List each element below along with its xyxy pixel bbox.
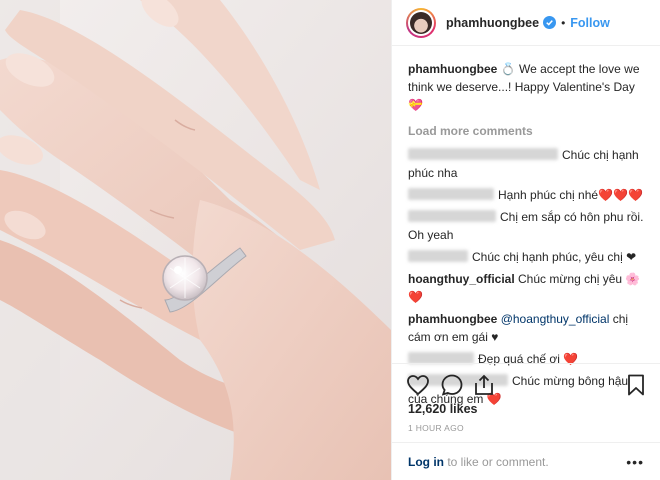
action-bar: [392, 363, 660, 403]
comment-item: Chúc chị hạnh phúc, yêu chị ❤: [408, 248, 648, 266]
more-options-button[interactable]: •••: [626, 454, 644, 470]
caption-username[interactable]: phamhuongbee: [408, 62, 497, 76]
comment-username[interactable]: hoangthuy_official: [408, 272, 515, 286]
comment-item: Hạnh phúc chị nhé❤️❤️❤️: [408, 186, 648, 204]
comment-item: hoangthuy_official Chúc mừng chị yêu 🌸❤️: [408, 270, 648, 306]
post-header: phamhuongbee • Follow: [392, 0, 660, 46]
comment-item: phamhuongbee @hoangthuy_official chị cám…: [408, 310, 648, 346]
heart-outline-icon[interactable]: [406, 373, 430, 397]
speech-bubble-icon[interactable]: [440, 373, 464, 397]
post-photo[interactable]: [0, 0, 391, 480]
hidden-username: [408, 250, 468, 262]
comment-item: Chúc chị hạnh phúc nha: [408, 146, 648, 182]
avatar-ring: [408, 9, 434, 36]
login-link[interactable]: Log in: [408, 455, 444, 469]
avatar[interactable]: [406, 7, 436, 38]
follow-button[interactable]: Follow: [570, 16, 610, 30]
likes-count[interactable]: 12,620 likes: [408, 402, 478, 416]
header-username[interactable]: phamhuongbee: [446, 16, 539, 30]
comment-username[interactable]: phamhuongbee: [408, 312, 497, 326]
header-separator: •: [561, 15, 566, 30]
post-side-panel: phamhuongbee • Follow phamhuongbee 💍 We …: [392, 0, 660, 480]
comment-item: Chị em sắp có hôn phu rồi. Oh yeah: [408, 208, 648, 244]
hidden-username: [408, 188, 494, 200]
verified-badge-icon: [543, 16, 557, 29]
comment-mention-link[interactable]: @hoangthuy_official: [501, 312, 610, 326]
ring-hand-photo: [0, 0, 391, 480]
avatar-image: [410, 11, 432, 34]
hidden-username: [408, 148, 558, 160]
post-timestamp[interactable]: 1 HOUR AGO: [408, 423, 464, 433]
share-icon[interactable]: [472, 373, 496, 397]
load-more-comments-button[interactable]: Load more comments: [408, 122, 648, 140]
comments-list: phamhuongbee 💍 We accept the love we thi…: [408, 60, 648, 412]
ring-emoji: 💍: [500, 62, 516, 76]
login-prompt-text: to like or comment.: [444, 454, 549, 469]
hidden-username: [408, 210, 496, 222]
caption: phamhuongbee 💍 We accept the love we thi…: [408, 60, 648, 114]
comment-text: Hạnh phúc chị nhé❤️❤️❤️: [498, 188, 643, 202]
gift-heart-emoji: 💝: [408, 98, 423, 112]
bookmark-icon[interactable]: [624, 373, 648, 397]
comment-text: Chúc chị hạnh phúc, yêu chị ❤: [472, 250, 637, 264]
login-bar: Log in to like or comment. •••: [392, 442, 660, 480]
